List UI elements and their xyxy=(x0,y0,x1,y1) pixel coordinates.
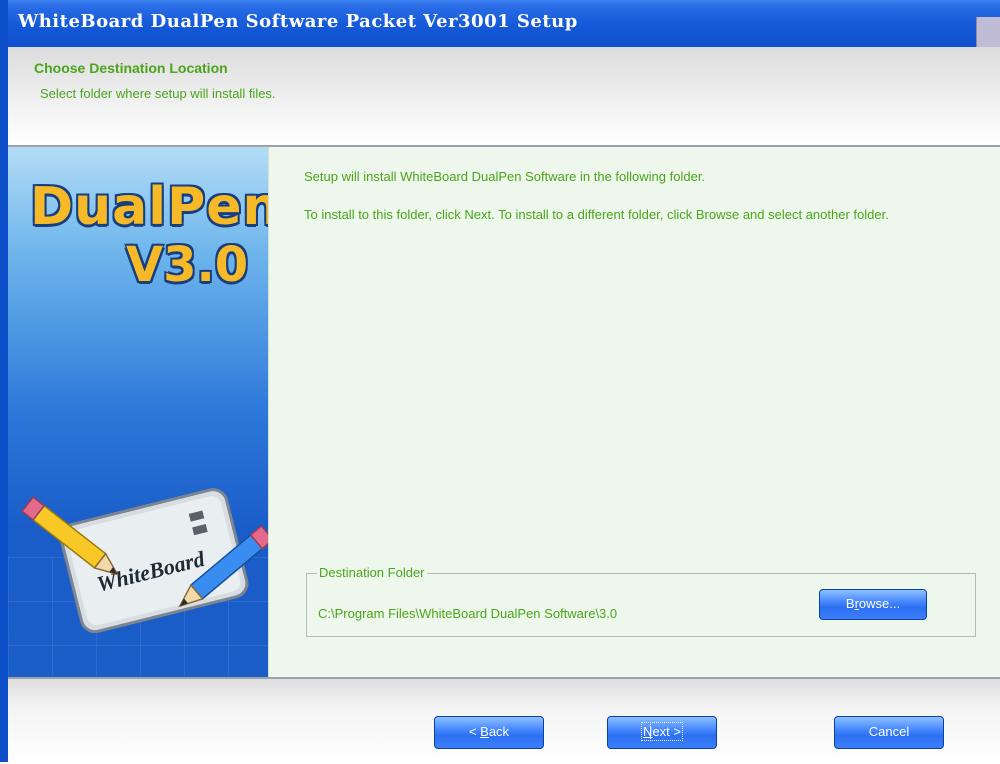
destination-path: C:\Program Files\WhiteBoard DualPen Soft… xyxy=(318,606,618,621)
wizard-footer: < Back Next > Cancel xyxy=(8,677,1000,764)
back-mnemonic: B xyxy=(480,724,489,739)
brand-name: DualPen xyxy=(30,177,268,237)
window-title: WhiteBoard DualPen Software Packet Ver30… xyxy=(18,11,578,32)
content-panel: Setup will install WhiteBoard DualPen So… xyxy=(268,147,1000,677)
wizard-header: Choose Destination Location Select folde… xyxy=(8,47,1000,147)
window-control-button[interactable] xyxy=(976,17,1000,47)
intro-text: Setup will install WhiteBoard DualPen So… xyxy=(304,169,706,184)
title-bar[interactable]: WhiteBoard DualPen Software Packet Ver30… xyxy=(0,0,1000,47)
browse-label-post: owse... xyxy=(858,596,901,611)
cancel-button[interactable]: Cancel xyxy=(834,716,944,749)
browse-label-pre: B xyxy=(845,596,855,611)
header-title: Choose Destination Location xyxy=(34,60,228,76)
browse-button[interactable]: Browse... xyxy=(819,589,927,620)
destination-folder-legend: Destination Folder xyxy=(317,565,427,580)
side-banner: DualPen V3.0 WhiteBoard xyxy=(8,147,268,677)
back-label-post: ack xyxy=(488,724,510,739)
next-label-post: ext > xyxy=(650,722,683,741)
header-subtitle: Select folder where setup will install f… xyxy=(40,86,276,101)
back-label-pre: < xyxy=(468,724,481,739)
back-button[interactable]: < Back xyxy=(434,716,544,749)
brand-version: V3.0 xyxy=(126,237,249,293)
next-button[interactable]: Next > xyxy=(607,716,717,749)
whiteboard-logo-icon: WhiteBoard xyxy=(21,488,268,634)
instructions-text: To install to this folder, click Next. T… xyxy=(304,207,889,222)
next-mnemonic: N xyxy=(643,724,653,739)
next-label: Next > xyxy=(641,722,683,741)
window-left-border xyxy=(0,0,8,762)
